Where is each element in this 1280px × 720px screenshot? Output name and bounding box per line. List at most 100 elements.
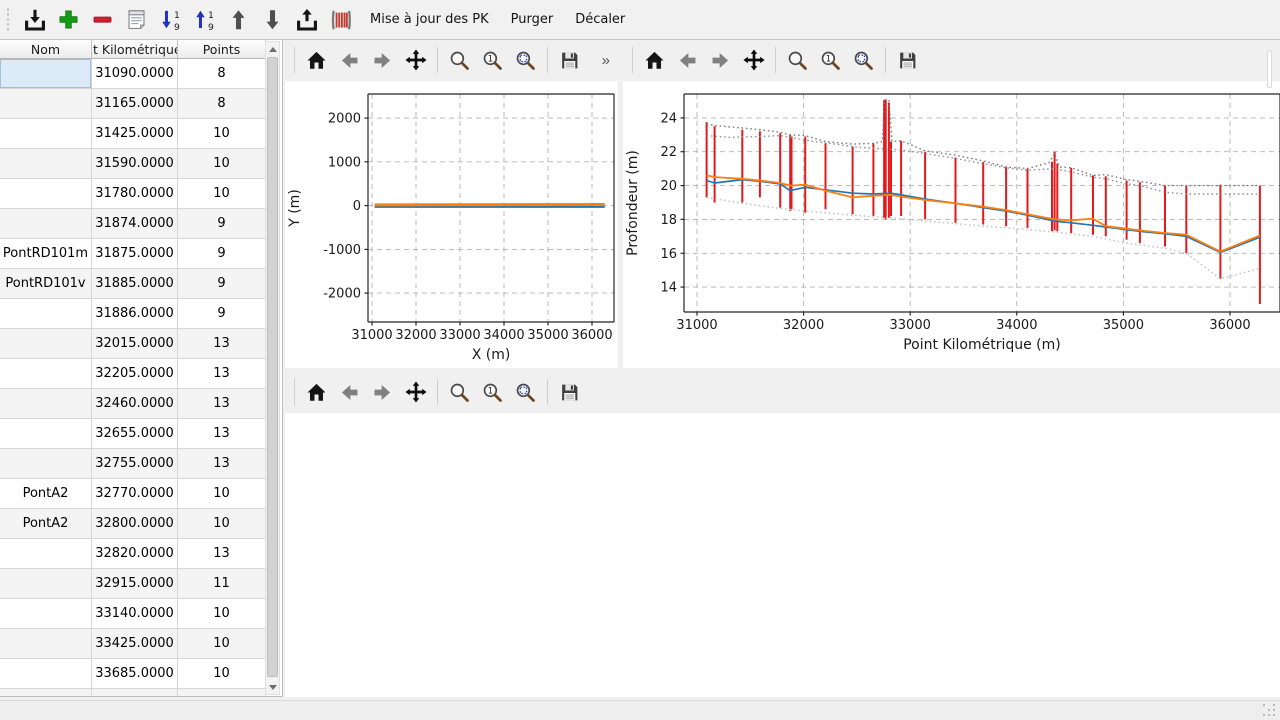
table-cell[interactable]: 10 xyxy=(178,179,266,209)
table-cell[interactable]: 9 xyxy=(178,209,266,239)
table-cell[interactable]: PontRD101v xyxy=(0,269,92,299)
zoom-button[interactable] xyxy=(445,378,474,407)
save-button[interactable] xyxy=(555,46,584,75)
zoom-rect-button[interactable] xyxy=(849,46,878,75)
table-cell[interactable]: PontRD101m xyxy=(0,239,92,269)
forward-button[interactable] xyxy=(368,46,397,75)
table-cell[interactable]: 33685.0000 xyxy=(92,659,178,689)
table-cell[interactable] xyxy=(0,629,92,659)
table-cell[interactable] xyxy=(0,149,92,179)
profile-plot-canvas[interactable]: 3100032000330003400035000360001416182022… xyxy=(623,81,1280,368)
notes-button[interactable] xyxy=(121,4,152,35)
import-button[interactable] xyxy=(19,4,50,35)
zoom-one-button[interactable]: 1 xyxy=(478,46,507,75)
table-cell[interactable]: 32205.0000 xyxy=(92,359,178,389)
delete-row-button[interactable] xyxy=(87,4,118,35)
zoom-one-button[interactable]: 1 xyxy=(816,46,845,75)
zoom-button[interactable] xyxy=(783,46,812,75)
scrollbar-thumb[interactable] xyxy=(267,57,278,677)
pan-button[interactable] xyxy=(401,378,430,407)
table-cell[interactable]: 13 xyxy=(178,419,266,449)
table-cell[interactable]: 31885.0000 xyxy=(92,269,178,299)
table-cell[interactable] xyxy=(0,449,92,479)
table-cell[interactable] xyxy=(0,89,92,119)
sort-ascending-button[interactable]: 19 xyxy=(155,4,186,35)
column-header-points[interactable]: Points xyxy=(178,40,266,59)
table-cell[interactable]: 33140.0000 xyxy=(92,599,178,629)
xy-plot-canvas[interactable]: 310003200033000340003500036000-2000-1000… xyxy=(285,81,618,368)
table-cell[interactable]: 31590.0000 xyxy=(92,149,178,179)
move-down-button[interactable] xyxy=(257,4,288,35)
scrollbar-down-button[interactable] xyxy=(266,680,279,694)
zoom-rect-button[interactable] xyxy=(511,378,540,407)
forward-button[interactable] xyxy=(368,378,397,407)
table-cell[interactable] xyxy=(0,689,92,697)
zoom-rect-button[interactable] xyxy=(511,46,540,75)
table-cell[interactable]: 32015.0000 xyxy=(92,329,178,359)
table-cell[interactable]: 10 xyxy=(178,629,266,659)
resize-grip-icon[interactable] xyxy=(1263,704,1276,717)
table-cell[interactable]: 32770.0000 xyxy=(92,479,178,509)
table-cell[interactable] xyxy=(0,209,92,239)
move-up-button[interactable] xyxy=(223,4,254,35)
back-button[interactable] xyxy=(673,46,702,75)
table-cell[interactable]: 32800.0000 xyxy=(92,509,178,539)
table-cell[interactable]: 13 xyxy=(178,329,266,359)
table-cell[interactable]: 32820.0000 xyxy=(92,539,178,569)
table-cell[interactable] xyxy=(0,389,92,419)
table-cell[interactable] xyxy=(0,539,92,569)
table-cell[interactable]: 31780.0000 xyxy=(92,179,178,209)
table-cell[interactable]: 10 xyxy=(178,149,266,179)
table-cell[interactable]: 32915.0000 xyxy=(92,569,178,599)
table-cell[interactable]: 8 xyxy=(178,89,266,119)
table-cell[interactable]: 31425.0000 xyxy=(92,119,178,149)
shift-button[interactable]: Décaler xyxy=(564,5,636,35)
sort-descending-button[interactable]: 19 xyxy=(189,4,220,35)
table-cell[interactable]: 9 xyxy=(178,239,266,269)
table-cell[interactable]: 32755.0000 xyxy=(92,449,178,479)
table-cell[interactable]: 13 xyxy=(178,389,266,419)
profiles-button[interactable] xyxy=(325,4,356,35)
save-button[interactable] xyxy=(555,378,584,407)
table-cell[interactable]: PontA2 xyxy=(0,479,92,509)
table-cell[interactable]: 31886.0000 xyxy=(92,299,178,329)
table-cell[interactable]: 13 xyxy=(178,449,266,479)
panel-mini-scrollbar[interactable] xyxy=(1267,50,1272,88)
pan-button[interactable] xyxy=(401,46,430,75)
forward-button[interactable] xyxy=(706,46,735,75)
table-cell[interactable] xyxy=(0,359,92,389)
table-cell[interactable]: 13 xyxy=(178,359,266,389)
toolbar-overflow-button[interactable]: » xyxy=(599,52,613,69)
table-cell[interactable]: 32655.0000 xyxy=(92,419,178,449)
home-button[interactable] xyxy=(640,46,669,75)
table-cell[interactable]: 10 xyxy=(178,479,266,509)
table-cell[interactable]: 13 xyxy=(178,539,266,569)
table-cell[interactable] xyxy=(92,689,178,697)
table-cell[interactable] xyxy=(0,599,92,629)
column-header-point-kilometrique[interactable]: t Kilométrique xyxy=(92,40,178,59)
table-cell[interactable]: 11 xyxy=(178,569,266,599)
table-cell[interactable] xyxy=(0,119,92,149)
table-cell[interactable]: 10 xyxy=(178,599,266,629)
table-cell[interactable]: 31875.0000 xyxy=(92,239,178,269)
toolbar-grip[interactable] xyxy=(6,7,11,33)
back-button[interactable] xyxy=(335,378,364,407)
selected-cell[interactable] xyxy=(0,59,92,89)
back-button[interactable] xyxy=(335,46,364,75)
table-cell[interactable] xyxy=(0,419,92,449)
table-cell[interactable] xyxy=(178,689,266,697)
export-button[interactable] xyxy=(291,4,322,35)
table-cell[interactable]: 31165.0000 xyxy=(92,89,178,119)
home-button[interactable] xyxy=(302,378,331,407)
table-cell[interactable] xyxy=(0,179,92,209)
table-cell[interactable]: 33425.0000 xyxy=(92,629,178,659)
table-cell[interactable] xyxy=(0,569,92,599)
update-pk-button[interactable]: Mise à jour des PK xyxy=(359,5,500,35)
add-row-button[interactable] xyxy=(53,4,84,35)
table-cell[interactable] xyxy=(0,659,92,689)
table-cell[interactable] xyxy=(0,299,92,329)
table-cell[interactable]: 9 xyxy=(178,269,266,299)
table-cell[interactable]: 31090.0000 xyxy=(92,59,178,89)
table-cell[interactable]: 10 xyxy=(178,509,266,539)
table-cell[interactable]: 10 xyxy=(178,659,266,689)
